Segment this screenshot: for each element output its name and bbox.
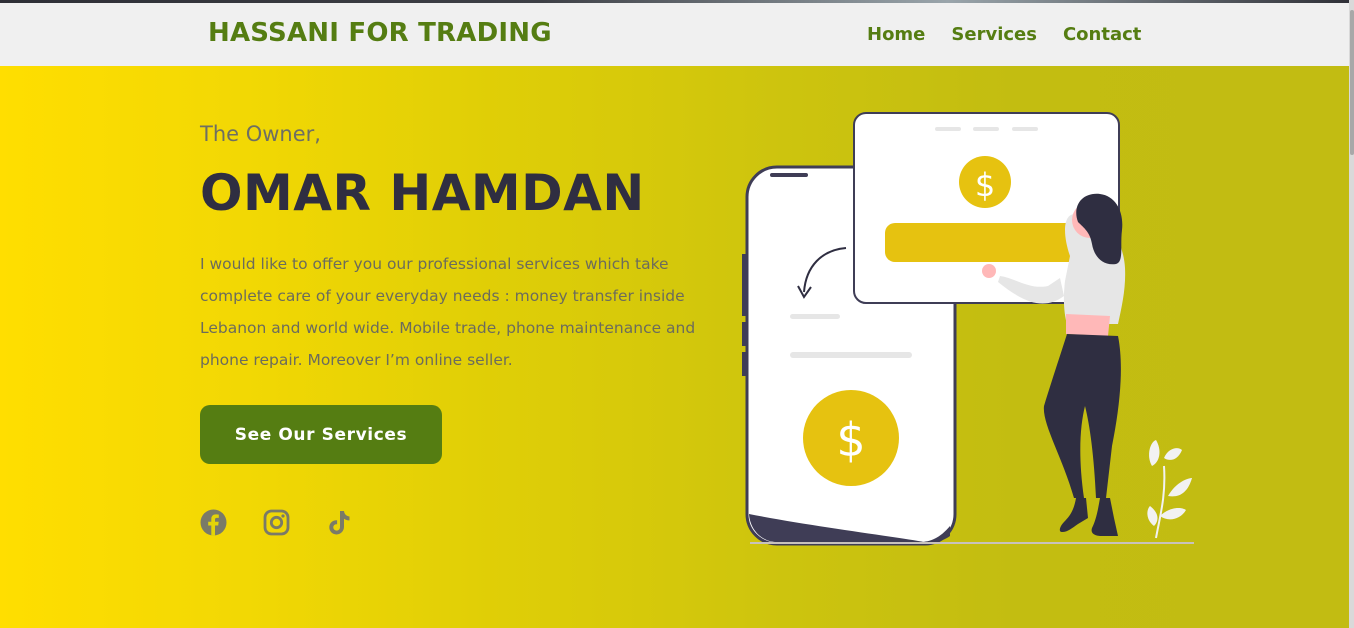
social-links bbox=[200, 509, 353, 536]
hero-section: The Owner, OMAR HAMDAN I would like to o… bbox=[0, 66, 1349, 628]
see-services-button[interactable]: See Our Services bbox=[200, 405, 442, 464]
navbar: HASSANI FOR TRADING Home Services Contac… bbox=[0, 3, 1349, 66]
money-transfer-illustration: $ $ bbox=[740, 106, 1200, 552]
facebook-icon[interactable] bbox=[200, 509, 227, 536]
dollar-symbol-large: $ bbox=[836, 413, 865, 467]
brand-logo[interactable]: HASSANI FOR TRADING bbox=[208, 18, 552, 48]
nav-link-contact[interactable]: Contact bbox=[1063, 24, 1141, 45]
intro-text: I would like to offer you our profession… bbox=[200, 255, 696, 369]
owner-label: The Owner, bbox=[200, 122, 321, 146]
tiktok-icon[interactable] bbox=[326, 509, 353, 536]
instagram-icon[interactable] bbox=[263, 509, 290, 536]
nav-links: Home Services Contact bbox=[867, 24, 1141, 45]
plant-illustration bbox=[1147, 440, 1192, 539]
dollar-symbol-small: $ bbox=[975, 166, 995, 204]
owner-name: OMAR HAMDAN bbox=[200, 164, 645, 222]
page-scrollbar-thumb[interactable] bbox=[1350, 10, 1354, 155]
nav-link-home[interactable]: Home bbox=[867, 24, 925, 45]
nav-link-services[interactable]: Services bbox=[951, 24, 1037, 45]
